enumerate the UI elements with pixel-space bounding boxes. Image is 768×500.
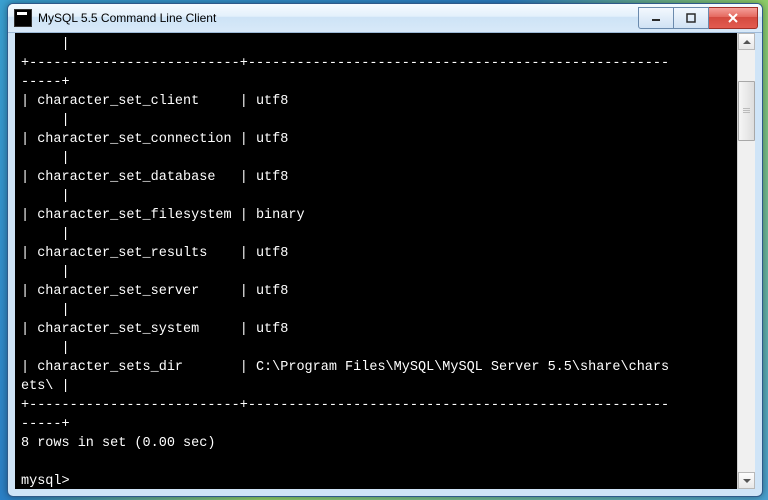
terminal-output[interactable]: | +--------------------------+----------… — [15, 33, 738, 489]
minimize-icon — [651, 13, 661, 23]
titlebar[interactable]: MySQL 5.5 Command Line Client — [8, 4, 762, 33]
app-icon — [14, 9, 32, 27]
close-button[interactable] — [709, 7, 758, 29]
maximize-icon — [686, 13, 696, 23]
app-window: MySQL 5.5 Command Line Client | +-------… — [7, 3, 763, 497]
terminal-client-area: | +--------------------------+----------… — [15, 33, 755, 489]
window-title: MySQL 5.5 Command Line Client — [38, 11, 638, 25]
maximize-button[interactable] — [674, 7, 709, 29]
minimize-button[interactable] — [638, 7, 674, 29]
window-buttons — [638, 7, 758, 27]
scroll-down-button[interactable] — [738, 472, 755, 489]
scroll-up-button[interactable] — [738, 33, 755, 50]
close-icon — [727, 13, 739, 23]
vertical-scrollbar[interactable] — [737, 33, 755, 489]
scroll-thumb[interactable] — [738, 81, 755, 141]
